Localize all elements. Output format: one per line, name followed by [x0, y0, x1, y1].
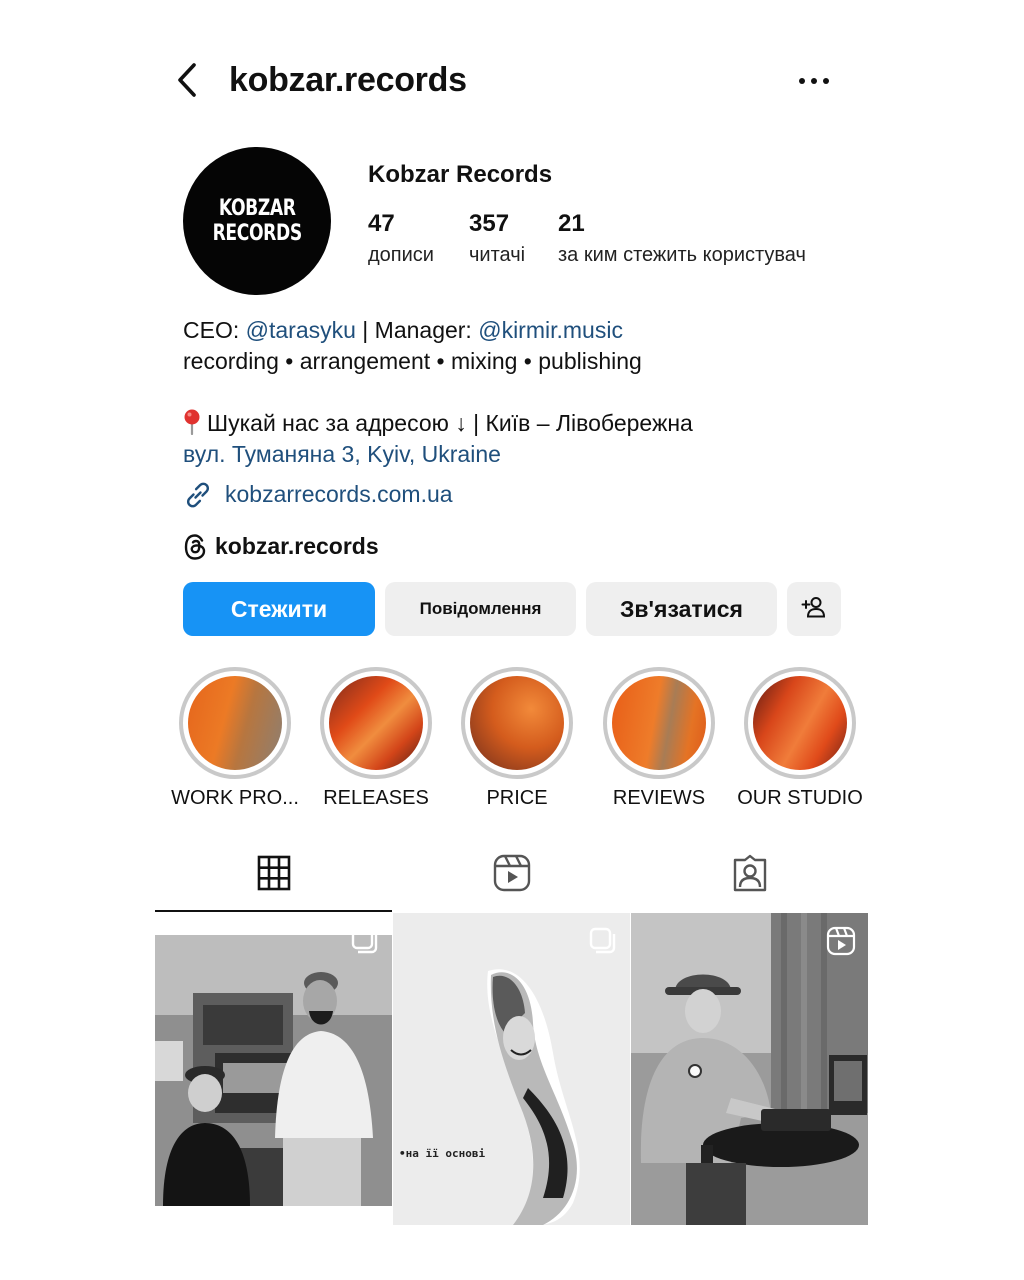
message-button[interactable]: Повідомлення — [385, 582, 576, 636]
page-title-username: kobzar.records — [229, 61, 467, 99]
website-link[interactable]: kobzarrecords.com.ua — [183, 479, 453, 510]
highlight-ring — [603, 667, 715, 779]
more-options-icon[interactable] — [797, 70, 831, 92]
avatar-logo-text-line1: KOBZAR — [218, 196, 296, 221]
display-name: Kobzar Records — [368, 161, 553, 188]
profile-avatar[interactable]: KOBZAR RECORDS — [183, 147, 331, 295]
threads-handle: kobzar.records — [215, 533, 379, 559]
pushpin-icon — [183, 409, 201, 436]
stat-followers-label: читачі — [469, 244, 526, 266]
bio-location-text: Шукай нас за адресою ↓ | Київ – Лівобере… — [207, 410, 693, 436]
tagged-icon — [731, 854, 769, 897]
bio-line-services: recording • arrangement • mixing • publi… — [183, 348, 642, 374]
avatar-logo-text-line2: RECORDS — [212, 221, 302, 246]
grid-post-album-cover[interactable]: •на її основі — [393, 913, 630, 1225]
reels-icon — [493, 854, 531, 897]
bio-manager-prefix: | Manager: — [355, 317, 479, 343]
highlight-our-studio[interactable]: OUR STUDIO — [737, 667, 863, 811]
post-caption-text: •на її основі — [399, 1147, 485, 1160]
stat-following-label: за ким стежить користувач — [558, 244, 806, 266]
link-icon — [183, 480, 213, 510]
highlight-ring — [744, 667, 856, 779]
active-tab-indicator — [155, 910, 392, 912]
highlight-label: REVIEWS — [612, 787, 706, 809]
stat-posts-value: 47 — [368, 210, 395, 237]
stat-following-value: 21 — [558, 210, 585, 237]
carousel-icon — [350, 926, 380, 956]
highlight-cover-image — [329, 676, 423, 770]
stat-followers-value: 357 — [469, 210, 510, 237]
contact-button[interactable]: Зв'язатися — [586, 582, 777, 636]
tab-tagged[interactable] — [631, 838, 868, 912]
back-arrow-icon[interactable] — [172, 62, 206, 98]
highlight-label: RELEASES — [323, 787, 429, 809]
manager-mention-link[interactable]: @kirmir.music — [478, 317, 623, 343]
add-person-icon — [800, 595, 828, 624]
suggested-users-button[interactable] — [787, 582, 841, 636]
highlight-work-process[interactable]: WORK PRO... — [171, 667, 299, 811]
highlight-label: OUR STUDIO — [737, 787, 863, 809]
stat-posts[interactable]: 47 дописи — [368, 208, 434, 270]
highlight-releases[interactable]: RELEASES — [320, 667, 432, 811]
carousel-icon — [588, 926, 618, 956]
stat-following[interactable]: 21 за ким стежить користувач — [558, 208, 806, 270]
reels-icon — [826, 926, 856, 956]
threads-icon — [183, 533, 207, 561]
ceo-mention-link[interactable]: @tarasyku — [246, 317, 356, 343]
highlight-price[interactable]: PRICE — [461, 667, 573, 811]
stat-posts-label: дописи — [368, 244, 434, 266]
highlight-cover-image — [612, 676, 706, 770]
stat-followers[interactable]: 357 читачі — [469, 208, 525, 270]
highlight-ring — [320, 667, 432, 779]
address-link[interactable]: вул. Туманяна 3, Kyiv, Ukraine — [183, 439, 501, 470]
highlight-label: PRICE — [486, 787, 548, 809]
bio-ceo-prefix: CEO: — [183, 317, 246, 343]
tab-reels[interactable] — [393, 838, 630, 912]
tab-grid[interactable] — [155, 838, 392, 912]
threads-badge[interactable]: kobzar.records — [183, 531, 379, 562]
website-text: kobzarrecords.com.ua — [225, 481, 453, 507]
highlight-cover-image — [470, 676, 564, 770]
bio-line-roles: CEO: @tarasyku | Manager: @kirmir.music — [183, 315, 623, 346]
highlight-cover-image — [188, 676, 282, 770]
grid-icon — [257, 855, 291, 896]
follow-button[interactable]: Стежити — [183, 582, 375, 636]
highlight-label: WORK PRO... — [171, 787, 299, 809]
grid-post-producer-reel[interactable] — [631, 913, 868, 1225]
highlight-ring — [179, 667, 291, 779]
highlight-ring — [461, 667, 573, 779]
highlight-cover-image — [753, 676, 847, 770]
highlight-reviews[interactable]: REVIEWS — [603, 667, 715, 811]
bio-line-location: Шукай нас за адресою ↓ | Київ – Лівобере… — [183, 408, 693, 439]
grid-post-studio-duo[interactable] — [155, 913, 392, 1225]
